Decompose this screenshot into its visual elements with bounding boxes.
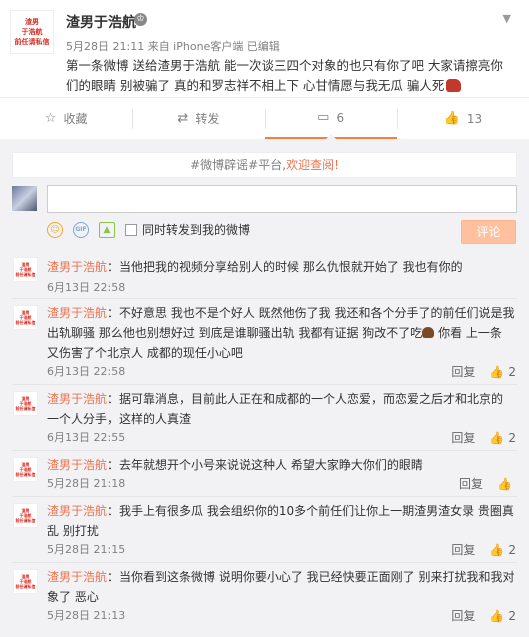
comment-time: 5月28日 21:13	[47, 609, 126, 622]
comment-time: 5月28日 21:15	[47, 543, 126, 556]
comment-text: 渣男于浩航：据可靠消息，目前此人正在和成都的一个人恋爱，而恋爱之后才和北京的一个…	[47, 392, 504, 426]
weibo-post: 渣男 于浩航 前任请私信 渣男于浩航 ♔ ▼ 5月28日 21:11 来自 iP…	[0, 0, 529, 97]
thumbs-up-icon[interactable]: 👍	[489, 365, 504, 379]
image-icon[interactable]: ▲	[99, 221, 115, 238]
comment-tab[interactable]: ▭ 6	[264, 98, 397, 139]
forward-label: 同时转发到我的微博	[142, 223, 251, 237]
comment-author[interactable]: 渣男于浩航	[47, 458, 107, 472]
comment-item: 渣男 于浩航 前任请私信 渣男于浩航：不好意思 我也不是个好人 既然他伤了我 我还和…	[0, 301, 529, 385]
active-tab-caret	[325, 134, 336, 139]
thumbs-up-icon[interactable]: 👍	[497, 477, 512, 491]
comment-avatar[interactable]: 渣男 于浩航 前任请私信	[13, 457, 38, 482]
avatar-text-line: 前任请私信	[14, 38, 50, 46]
repost-label: 转发	[195, 112, 220, 126]
comment-like-count: 2	[508, 542, 516, 557]
comment-count: 6	[336, 110, 345, 125]
comment-ops: 回复 👍 2	[451, 363, 516, 380]
comment-author[interactable]: 渣男于浩航	[47, 260, 107, 274]
notice-prefix[interactable]: #微博辟谣#平台,	[190, 158, 286, 172]
post-author-name[interactable]: 渣男于浩航	[66, 12, 136, 32]
reply-button[interactable]: 回复	[451, 541, 475, 558]
repost-icon: ⇄	[177, 111, 189, 126]
forward-checkbox[interactable]	[125, 223, 137, 236]
comment-item: 渣男 于浩航 前任请私信 渣男于浩航：当他把我的视频分享给别人的时候 那么仇恨就开始…	[0, 257, 529, 299]
comment-ops: 回复 👍 2	[451, 607, 516, 624]
poop-emoji-icon	[422, 327, 435, 338]
comment-body: 据可靠消息，目前此人正在和成都的一个人恋爱，而恋爱之后才和北京的一个人分手，这样…	[47, 392, 504, 426]
emoji-icon[interactable]: ☺	[47, 221, 63, 238]
comment-ops: 回复 👍	[459, 475, 516, 492]
reply-button[interactable]: 回复	[451, 607, 475, 624]
comment-author[interactable]: 渣男于浩航	[47, 504, 107, 518]
comment-divider	[12, 384, 517, 385]
thumbs-up-icon: 👍	[443, 111, 460, 126]
comment-body: 当你看到这条微博 说明你要小心了 我已经快要正面刚了 别来打扰我和我对象了 恶心	[47, 570, 515, 604]
comment-text: 渣男于浩航：当他把我的视频分享给别人的时候 那么仇恨就开始了 我也有你的	[47, 260, 463, 274]
favorite-label: 收藏	[63, 112, 88, 126]
comment-author[interactable]: 渣男于浩航	[47, 392, 107, 406]
post-action-bar: ☆ 收藏 ⇄ 转发 ▭ 6 👍 13	[0, 97, 529, 139]
post-avatar[interactable]: 渣男 于浩航 前任请私信	[10, 10, 54, 54]
avatar-text-line: 渣男	[25, 18, 39, 26]
reply-button[interactable]: 回复	[459, 475, 483, 492]
comment-author[interactable]: 渣男于浩航	[47, 570, 107, 584]
post-text: 第一条微博 送给渣男于浩航 能一次谈三四个对象的也只有你了吧 大家请擦亮你们的眼…	[66, 56, 514, 96]
comment-divider	[12, 298, 517, 299]
comment-item: 渣男 于浩航 前任请私信 渣男于浩航：我手上有很多瓜 我会组织你的10多个前任们让你…	[0, 499, 529, 563]
comment-like-count: 2	[508, 608, 516, 623]
comment-divider	[12, 496, 517, 497]
thumbs-up-icon[interactable]: 👍	[489, 543, 504, 557]
comment-time: 6月13日 22:58	[47, 365, 126, 378]
sticker-icon	[446, 79, 462, 92]
comment-avatar[interactable]: 渣男 于浩航 前任请私信	[13, 305, 38, 330]
comment-avatar[interactable]: 渣男 于浩航 前任请私信	[13, 503, 38, 528]
chevron-down-icon[interactable]: ▼	[503, 12, 511, 25]
notice-link[interactable]: 欢迎查阅!	[286, 158, 339, 172]
comment-like-count: 2	[508, 364, 516, 379]
comment-divider	[12, 562, 517, 563]
star-icon: ☆	[44, 111, 57, 126]
comment-text: 渣男于浩航：我手上有很多瓜 我会组织你的10多个前任们让你上一期渣男渣女录 贵圈…	[47, 504, 514, 538]
like-button[interactable]: 👍 13	[396, 98, 529, 139]
comments-section: #微博辟谣#平台,欢迎查阅! ☺ GIF ▲ 同时转发到我的微博 评论 渣男 于浩…	[0, 141, 529, 637]
comment-body: 我手上有很多瓜 我会组织你的10多个前任们让你上一期渣男渣女录 贵圈真乱 别打扰	[47, 504, 514, 538]
comment-item: 渣男 于浩航 前任请私信 渣男于浩航：据可靠消息，目前此人正在和成都的一个人恋爱，而…	[0, 387, 529, 451]
reply-button[interactable]: 回复	[451, 363, 475, 380]
comment-ops: 回复 👍 2	[451, 429, 516, 446]
comment-text: 渣男于浩航：不好意思 我也不是个好人 既然他伤了我 我还和各个分手了的前任们说是…	[47, 306, 515, 360]
repost-button[interactable]: ⇄ 转发	[132, 98, 264, 139]
comment-time: 5月28日 21:18	[47, 477, 126, 490]
comment-time: 6月13日 22:58	[47, 281, 126, 294]
comment-body: 去年就想开个小号来说说这种人 希望大家睁大你们的眼睛	[119, 458, 423, 472]
composer-tools: ☺ GIF ▲ 同时转发到我的微博	[47, 221, 250, 238]
comment-like-count: 2	[508, 430, 516, 445]
post-text-content: 第一条微博 送给渣男于浩航 能一次谈三四个对象的也只有你了吧 大家请擦亮你们的眼…	[66, 58, 503, 93]
comment-text: 渣男于浩航：当你看到这条微博 说明你要小心了 我已经快要正面刚了 别来打扰我和我…	[47, 570, 515, 604]
like-count: 13	[466, 111, 483, 126]
comment-avatar[interactable]: 渣男 于浩航 前任请私信	[13, 391, 38, 416]
comment-avatar[interactable]: 渣男 于浩航 前任请私信	[13, 569, 38, 594]
post-meta: 5月28日 21:11 来自 iPhone客户端 已编辑	[66, 40, 280, 53]
thumbs-up-icon[interactable]: 👍	[489, 431, 504, 445]
comment-input[interactable]	[47, 185, 517, 213]
comment-avatar[interactable]: 渣男 于浩航 前任请私信	[13, 257, 38, 282]
comment-time: 6月13日 22:55	[47, 431, 126, 444]
comment-ops: 回复 👍 2	[451, 541, 516, 558]
comment-text: 渣男于浩航：去年就想开个小号来说说这种人 希望大家睁大你们的眼睛	[47, 458, 423, 472]
avatar-text-line: 于浩航	[21, 28, 43, 36]
gif-icon[interactable]: GIF	[73, 221, 89, 238]
comment-item: 渣男 于浩航 前任请私信 渣男于浩航：当你看到这条微博 说明你要小心了 我已经快要正…	[0, 565, 529, 629]
comment-icon: ▭	[317, 110, 330, 125]
submit-comment-button[interactable]: 评论	[461, 220, 516, 244]
comment-divider	[12, 450, 517, 451]
member-badge-icon[interactable]: ♔	[134, 13, 147, 26]
favorite-button[interactable]: ☆ 收藏	[0, 98, 132, 139]
comment-author[interactable]: 渣男于浩航	[47, 306, 107, 320]
rumor-notice: #微博辟谣#平台,欢迎查阅!	[12, 152, 517, 178]
comment-body: 当他把我的视频分享给别人的时候 那么仇恨就开始了 我也有你的	[119, 260, 463, 274]
my-avatar[interactable]	[12, 186, 37, 211]
comment-item: 渣男 于浩航 前任请私信 渣男于浩航：去年就想开个小号来说说这种人 希望大家睁大你们…	[0, 453, 529, 497]
reply-button[interactable]: 回复	[451, 429, 475, 446]
thumbs-up-icon[interactable]: 👍	[489, 609, 504, 623]
